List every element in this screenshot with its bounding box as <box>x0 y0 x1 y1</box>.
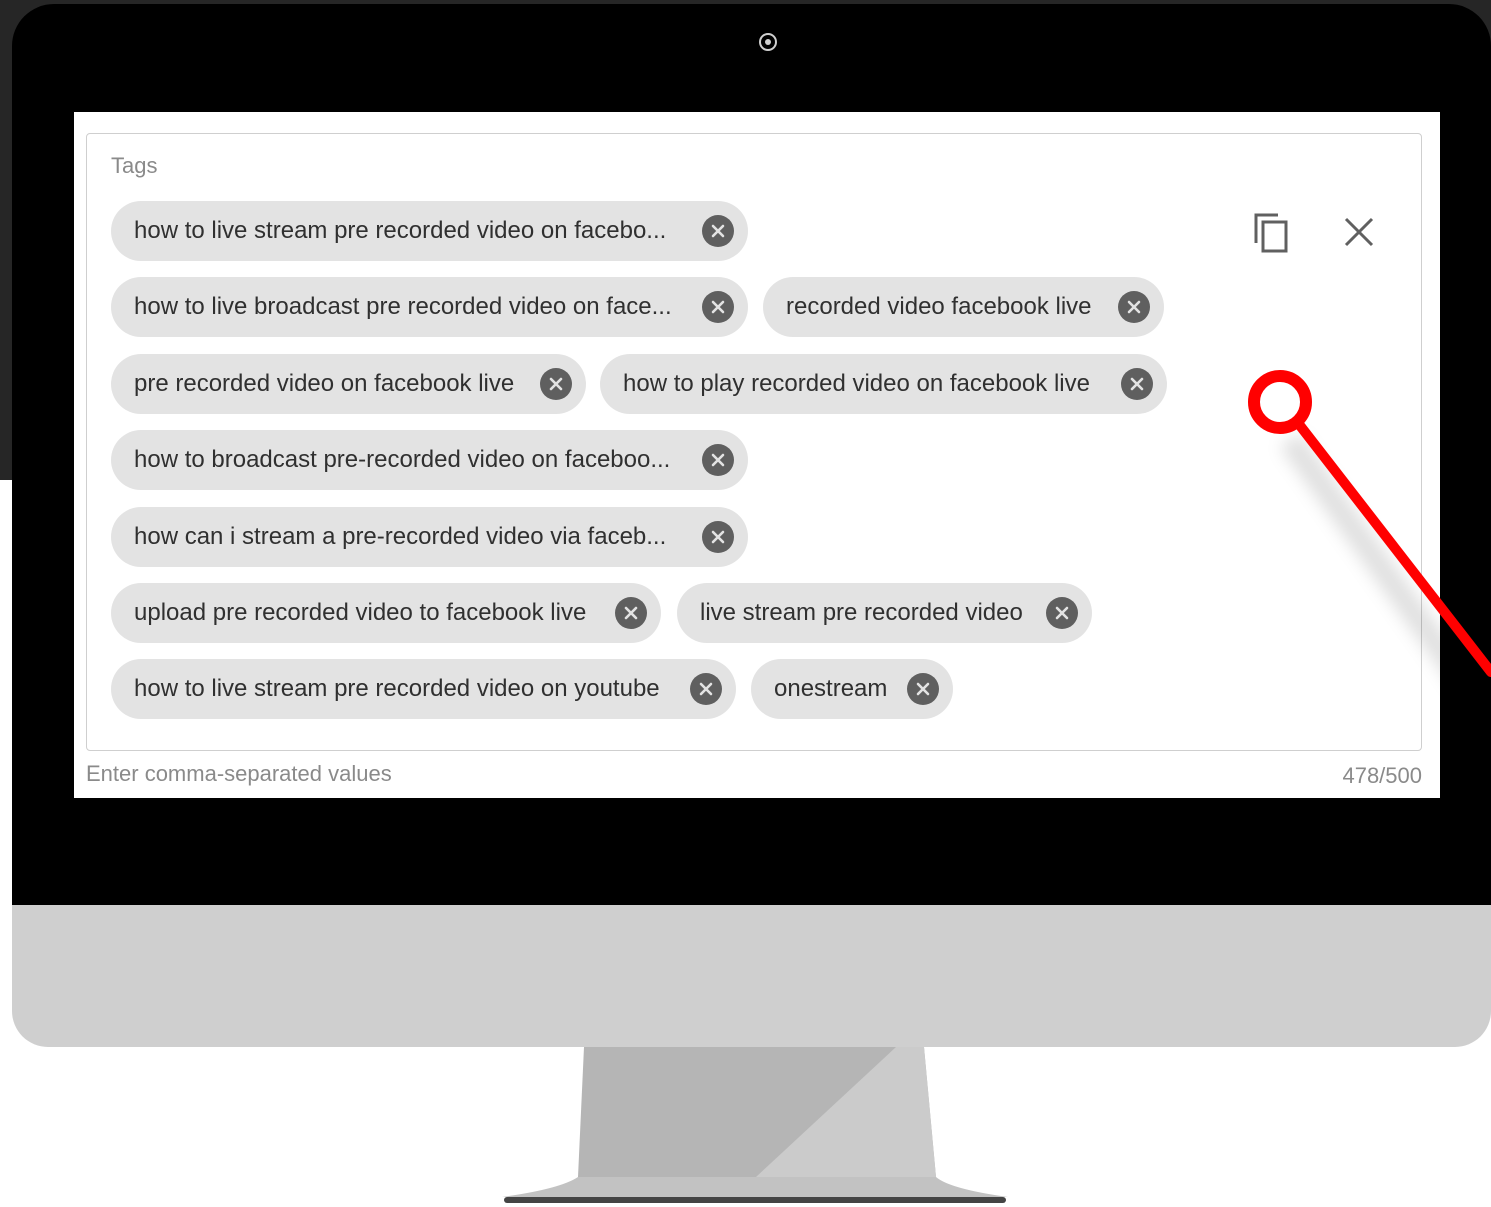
screen: Tags how to live stream pre recorded vid… <box>74 112 1440 798</box>
remove-tag-icon[interactable] <box>615 597 647 629</box>
tag-chip[interactable]: how to live stream pre recorded video on… <box>111 659 736 719</box>
monitor-stand <box>502 1047 1008 1203</box>
tag-text: how can i stream a pre-recorded video vi… <box>134 523 667 550</box>
remove-tag-icon[interactable] <box>702 444 734 476</box>
close-icon[interactable] <box>1343 216 1375 253</box>
tag-text: how to live broadcast pre recorded video… <box>134 293 672 320</box>
tags-input-box[interactable]: Tags how to live stream pre recorded vid… <box>86 133 1422 751</box>
tag-text: how to live stream pre recorded video on… <box>134 675 660 702</box>
tag-text: live stream pre recorded video <box>700 599 1023 626</box>
tag-chip[interactable]: live stream pre recorded video <box>677 583 1092 643</box>
remove-tag-icon[interactable] <box>1121 368 1153 400</box>
tag-text: upload pre recorded video to facebook li… <box>134 599 587 626</box>
hint-text: Enter comma-separated values <box>86 761 392 786</box>
remove-tag-icon[interactable] <box>1118 291 1150 323</box>
tag-chip[interactable]: onestream <box>751 659 953 719</box>
tag-text: recorded video facebook live <box>786 293 1092 320</box>
tag-text: onestream <box>774 675 888 702</box>
tag-chip[interactable]: pre recorded video on facebook live <box>111 354 586 414</box>
copy-icon[interactable] <box>1252 211 1292 260</box>
remove-tag-icon[interactable] <box>702 521 734 553</box>
tag-chip[interactable]: how to broadcast pre-recorded video on f… <box>111 430 748 490</box>
remove-tag-icon[interactable] <box>540 368 572 400</box>
tag-text: pre recorded video on facebook live <box>134 370 515 397</box>
remove-tag-icon[interactable] <box>907 673 939 705</box>
tag-text: how to live stream pre recorded video on… <box>134 217 667 244</box>
tag-chip[interactable]: how to live broadcast pre recorded video… <box>111 277 748 337</box>
webcam-icon <box>759 33 777 51</box>
tag-chip[interactable]: upload pre recorded video to facebook li… <box>111 583 661 643</box>
tag-chip[interactable]: recorded video facebook live <box>763 277 1164 337</box>
tags-label: Tags <box>111 153 158 178</box>
remove-tag-icon[interactable] <box>702 215 734 247</box>
tag-text: how to play recorded video on facebook l… <box>623 370 1090 397</box>
remove-tag-icon[interactable] <box>702 291 734 323</box>
remove-tag-icon[interactable] <box>1046 597 1078 629</box>
character-counter: 478/500 <box>1342 763 1422 788</box>
remove-tag-icon[interactable] <box>690 673 722 705</box>
tag-chip[interactable]: how to live stream pre recorded video on… <box>111 201 748 261</box>
tag-chip[interactable]: how to play recorded video on facebook l… <box>600 354 1167 414</box>
monitor-chin <box>12 905 1491 1047</box>
tag-chip[interactable]: how can i stream a pre-recorded video vi… <box>111 507 748 567</box>
tag-text: how to broadcast pre-recorded video on f… <box>134 446 671 473</box>
